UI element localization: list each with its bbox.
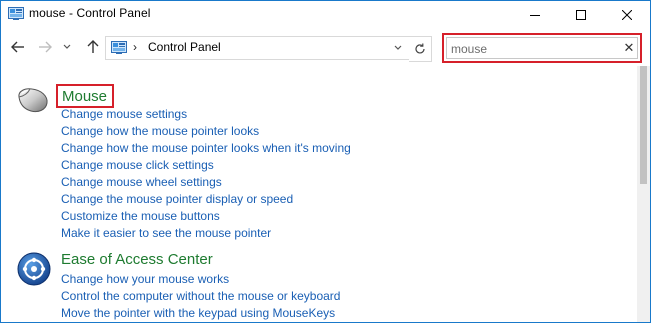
minimize-button[interactable] (512, 1, 558, 28)
chevron-down-icon (63, 44, 71, 49)
title-bar: mouse - Control Panel (1, 1, 650, 28)
arrow-right-icon (39, 41, 52, 53)
maximize-button[interactable] (558, 1, 604, 28)
ease-of-access-icon[interactable] (16, 251, 52, 287)
ease-of-access-heading[interactable]: Ease of Access Center (61, 251, 213, 268)
link-change-click-settings[interactable]: Change mouse click settings (61, 158, 214, 173)
arrow-left-icon (11, 41, 24, 53)
link-change-mouse-works[interactable]: Change how your mouse works (61, 272, 229, 287)
scrollbar-thumb[interactable] (640, 66, 647, 184)
up-button[interactable] (83, 37, 103, 57)
forward-button[interactable] (35, 37, 55, 57)
mouse-icon[interactable] (16, 84, 52, 120)
refresh-button[interactable] (409, 36, 432, 62)
breadcrumb-separator[interactable]: › (133, 40, 137, 54)
link-change-pointer-looks[interactable]: Change how the mouse pointer looks (61, 124, 259, 139)
refresh-icon (415, 43, 425, 54)
mouse-heading[interactable]: Mouse (56, 84, 115, 108)
navigation-bar: › Control Panel ✕ (1, 28, 650, 66)
recent-locations-button[interactable] (61, 37, 73, 57)
link-change-wheel-settings[interactable]: Change mouse wheel settings (61, 175, 222, 190)
link-change-pointer-speed[interactable]: Change the mouse pointer display or spee… (61, 192, 293, 207)
breadcrumb-control-panel[interactable]: Control Panel (148, 40, 221, 54)
back-button[interactable] (8, 37, 28, 57)
address-bar[interactable]: › Control Panel (105, 36, 410, 60)
close-button[interactable] (604, 1, 650, 28)
clear-search-icon[interactable]: ✕ (622, 40, 636, 56)
minimize-icon (530, 14, 540, 16)
search-highlight-box: ✕ (442, 33, 642, 63)
control-panel-window: mouse - Control Panel › Control Panel mo… (0, 0, 651, 323)
link-change-mouse-settings[interactable]: Change mouse settings (61, 107, 187, 122)
control-panel-icon (8, 7, 24, 20)
arrow-up-icon (87, 40, 99, 53)
control-panel-icon (111, 41, 127, 54)
link-mousekeys[interactable]: Move the pointer with the keypad using M… (61, 306, 335, 321)
vertical-scrollbar[interactable] (637, 66, 650, 322)
search-box: ✕ (446, 37, 638, 59)
close-icon (622, 9, 632, 20)
maximize-icon (576, 9, 586, 20)
window-title: mouse - Control Panel (29, 6, 151, 20)
link-easier-see-pointer[interactable]: Make it easier to see the mouse pointer (61, 226, 271, 241)
link-customize-buttons[interactable]: Customize the mouse buttons (61, 209, 220, 224)
search-input[interactable] (451, 41, 601, 56)
link-control-without-mouse[interactable]: Control the computer without the mouse o… (61, 289, 340, 304)
address-history-button[interactable] (388, 37, 408, 59)
chevron-down-icon (394, 45, 402, 50)
search-results: Mouse Change mouse settings Change how t… (1, 66, 637, 322)
link-change-pointer-looks-moving[interactable]: Change how the mouse pointer looks when … (61, 141, 351, 156)
